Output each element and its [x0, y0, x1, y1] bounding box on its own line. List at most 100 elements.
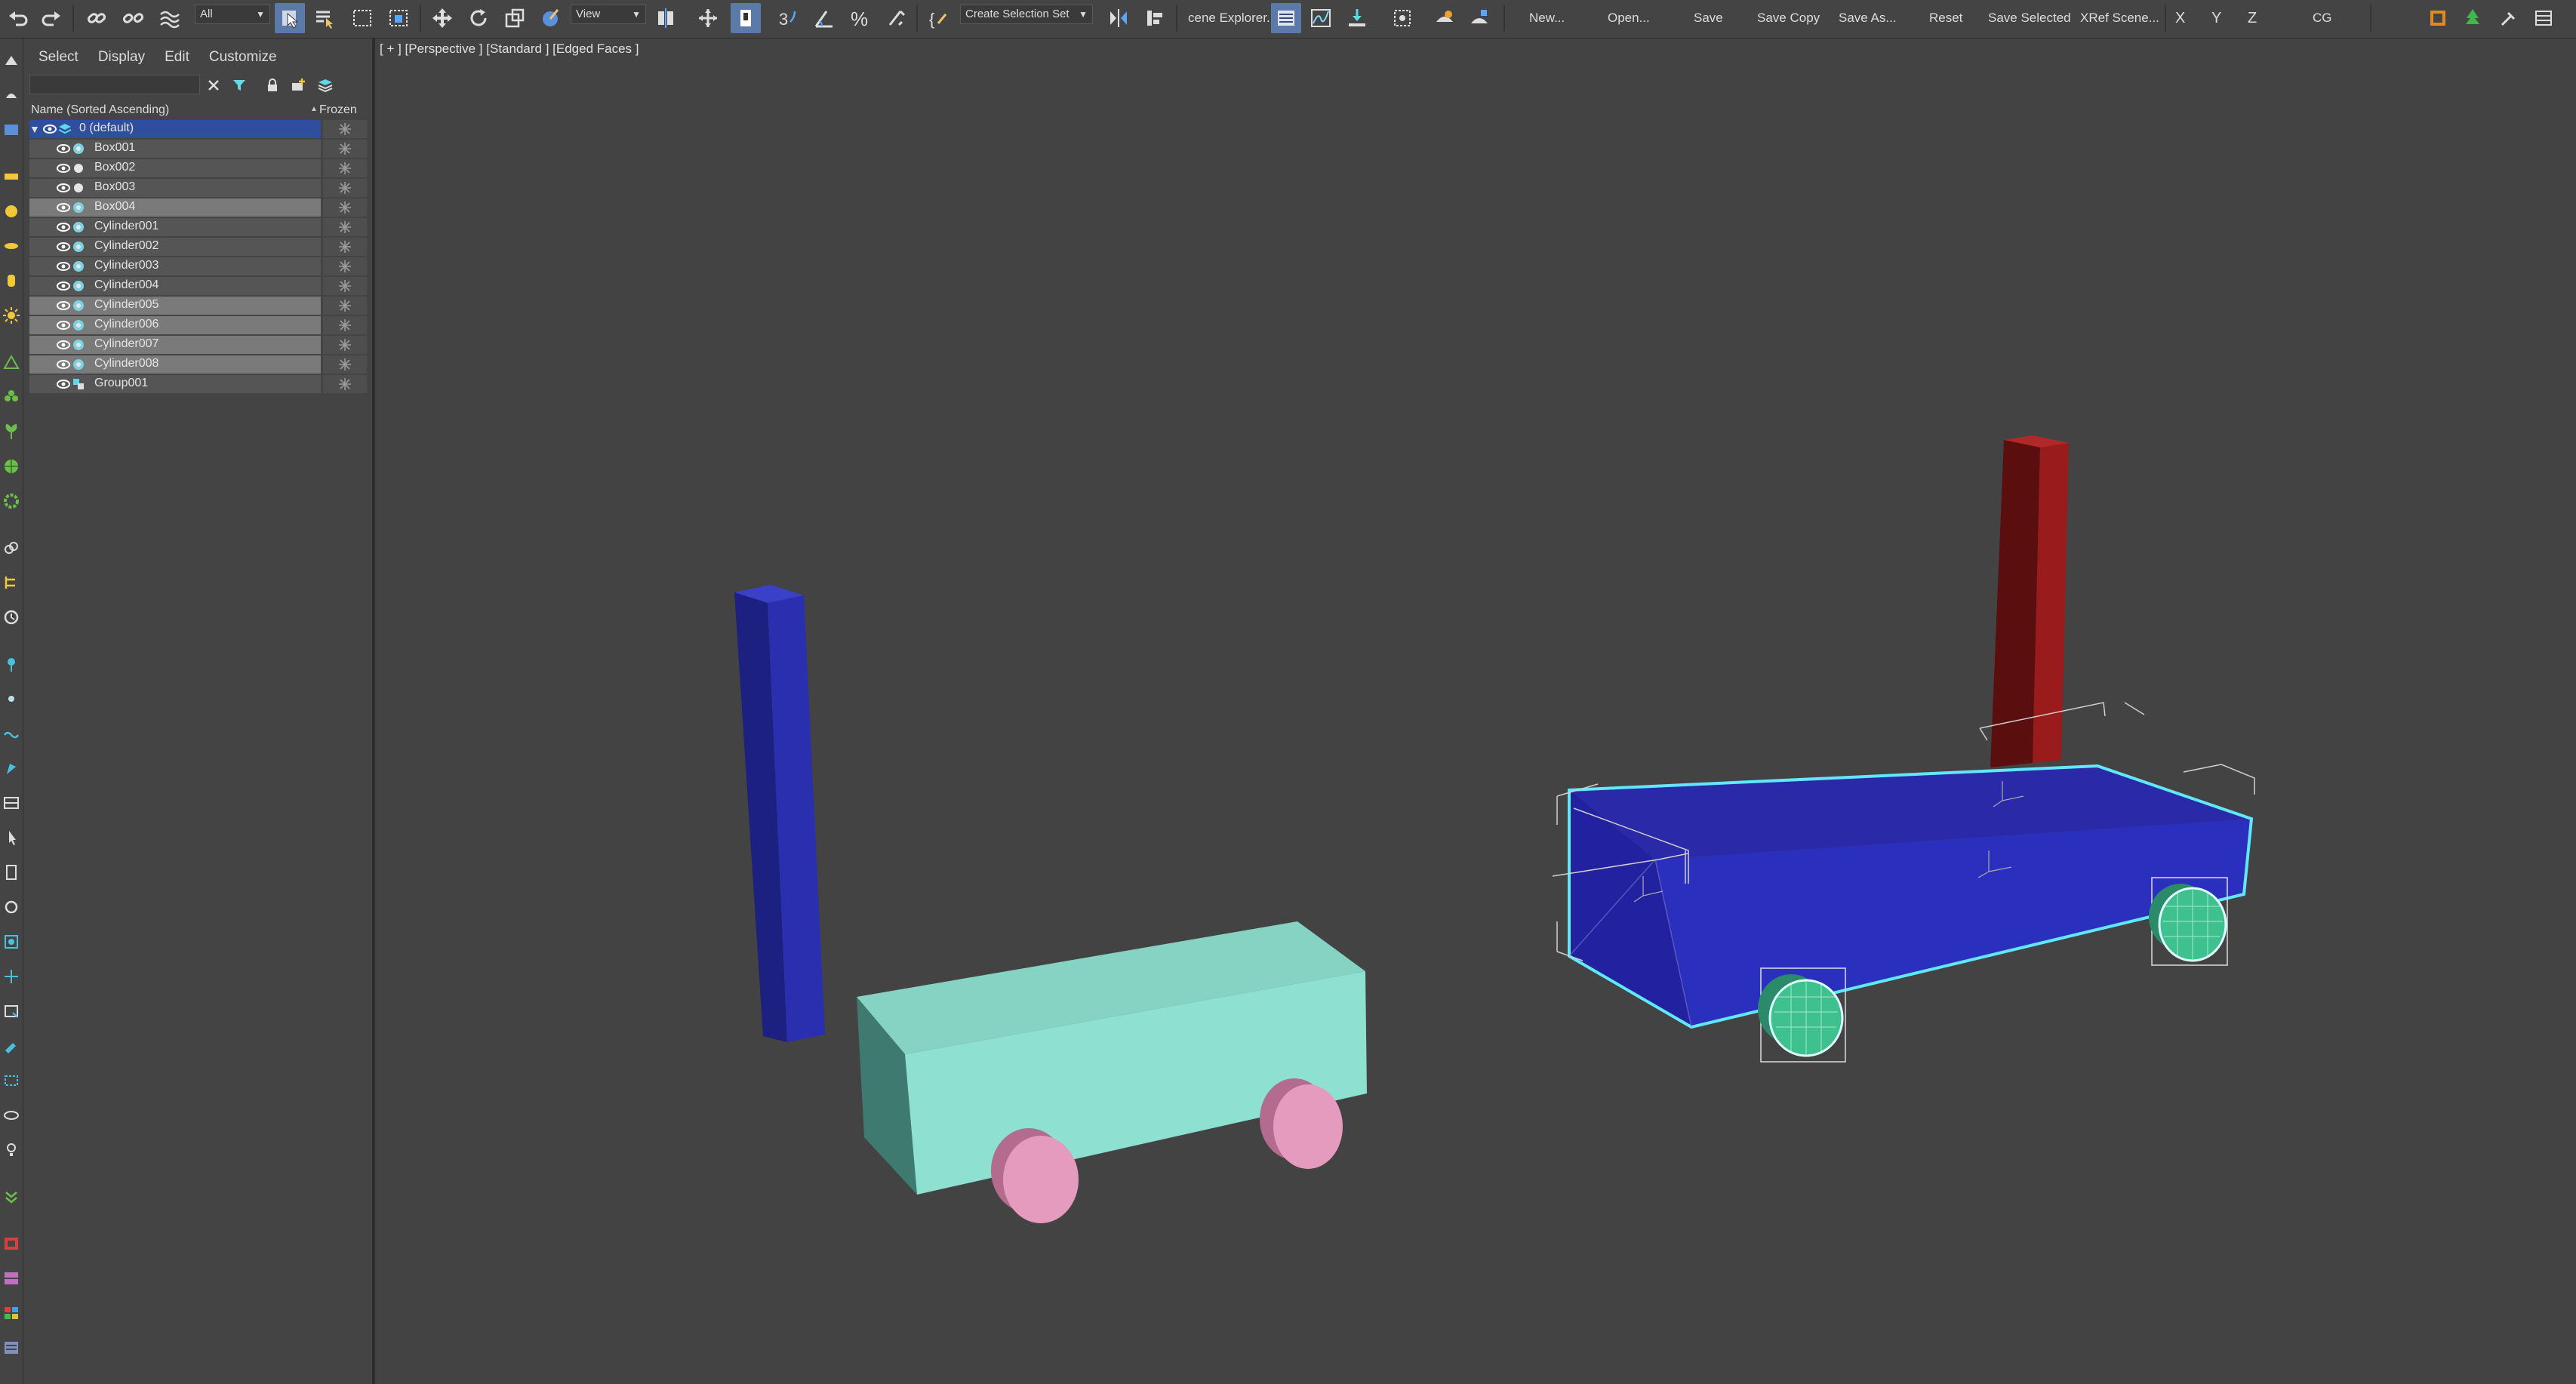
- menu-customize[interactable]: Customize: [209, 46, 277, 69]
- bulb-icon[interactable]: [2, 1140, 21, 1160]
- save-button[interactable]: Save: [1694, 3, 1723, 33]
- table-row[interactable]: Cylinder006: [23, 315, 367, 335]
- scale-icon[interactable]: [500, 3, 530, 33]
- snaps-toggle-icon[interactable]: 3: [773, 3, 803, 33]
- cg-button[interactable]: CG: [2313, 3, 2332, 33]
- new-scene-button[interactable]: New...: [1529, 3, 1565, 33]
- create-icon[interactable]: [2, 51, 21, 70]
- menu-select[interactable]: Select: [38, 46, 78, 69]
- eye-icon[interactable]: [57, 358, 70, 371]
- mirror-icon[interactable]: [1103, 3, 1134, 33]
- filter-icon[interactable]: [229, 75, 250, 96]
- percent-snap-icon[interactable]: %: [845, 3, 876, 33]
- table-row[interactable]: Cylinder002: [23, 237, 367, 257]
- open-scene-button[interactable]: Open...: [1608, 3, 1650, 33]
- new-layer-icon[interactable]: [288, 75, 309, 96]
- table-row[interactable]: Cylinder008: [23, 355, 367, 374]
- keyboard-shortcut-override-icon[interactable]: [731, 3, 761, 33]
- material-editor-icon[interactable]: [1387, 3, 1417, 33]
- frozen-cell[interactable]: [323, 316, 367, 334]
- frozen-cell[interactable]: [323, 336, 367, 354]
- cylinder-icon[interactable]: [2, 271, 21, 291]
- frozen-cell[interactable]: [323, 238, 367, 256]
- name-column-header[interactable]: Name (Sorted Ascending): [31, 103, 169, 117]
- ring-icon[interactable]: [2, 897, 21, 917]
- gear-icon[interactable]: [2, 491, 21, 511]
- frozen-cell[interactable]: [323, 198, 367, 217]
- move-icon[interactable]: [427, 3, 457, 33]
- perspective-viewport[interactable]: [ + ] [Perspective ] [Standard ] [Edged …: [375, 38, 2576, 1384]
- render-frame-icon[interactable]: [2, 1234, 21, 1253]
- pin-icon[interactable]: [2, 654, 21, 674]
- frame-icon[interactable]: [2423, 3, 2453, 33]
- triangle-icon[interactable]: [2, 352, 21, 372]
- save-selected-button[interactable]: Save Selected: [1988, 3, 2071, 33]
- frozen-cell[interactable]: [323, 120, 367, 138]
- eye-icon[interactable]: [57, 260, 70, 272]
- eye-icon[interactable]: [57, 143, 70, 155]
- palette-icon[interactable]: [2, 1303, 21, 1323]
- undo-icon[interactable]: [3, 3, 33, 33]
- selection-filter-dropdown[interactable]: All ▼: [195, 5, 270, 24]
- render-production-icon[interactable]: [1464, 3, 1494, 33]
- expand-arrow-icon[interactable]: ▼: [29, 123, 40, 135]
- rectangular-region-icon[interactable]: [347, 3, 377, 33]
- layer-explorer-icon[interactable]: [1271, 3, 1301, 33]
- orbit-icon[interactable]: [2, 1106, 21, 1125]
- spinner-snap-icon[interactable]: [882, 3, 912, 33]
- blue-box-selected[interactable]: [1568, 764, 2254, 1029]
- clear-search-icon[interactable]: [203, 75, 224, 96]
- frozen-cell[interactable]: [323, 277, 367, 295]
- angle-snap-icon[interactable]: [809, 3, 839, 33]
- tools-icon[interactable]: [2494, 3, 2524, 33]
- eye-icon[interactable]: [57, 339, 70, 351]
- unlink-icon[interactable]: [118, 3, 148, 33]
- align-icon[interactable]: [1140, 3, 1170, 33]
- edit-named-selection-icon[interactable]: {: [924, 3, 954, 33]
- viewport-scene[interactable]: [375, 38, 2576, 1384]
- schematic-view-icon[interactable]: [1342, 3, 1372, 33]
- window-crossing-icon[interactable]: [383, 3, 414, 33]
- reference-coordinate-dropdown[interactable]: View ▼: [571, 5, 646, 24]
- panel-icon[interactable]: [2528, 3, 2559, 33]
- cross-grid-icon[interactable]: [2, 967, 21, 986]
- display-icon[interactable]: [2, 120, 21, 140]
- menu-edit[interactable]: Edit: [165, 46, 189, 69]
- eye-icon[interactable]: [57, 241, 70, 253]
- eye-icon[interactable]: [57, 201, 70, 214]
- axis-z-button[interactable]: Z: [2248, 3, 2257, 33]
- table-row[interactable]: Cylinder004: [23, 276, 367, 296]
- select-manipulate-icon[interactable]: [693, 3, 723, 33]
- select-object-icon[interactable]: [275, 3, 305, 33]
- curve-editor-icon[interactable]: [1306, 3, 1336, 33]
- frozen-cell[interactable]: [323, 257, 367, 275]
- frozen-cell[interactable]: [323, 218, 367, 236]
- layers-stack-icon[interactable]: [315, 75, 336, 96]
- blue-post[interactable]: [734, 585, 825, 1042]
- cursor-icon[interactable]: [2, 828, 21, 847]
- frozen-cell[interactable]: [323, 375, 367, 393]
- table-row[interactable]: Box002: [23, 158, 367, 178]
- render-setup-icon[interactable]: [1430, 3, 1460, 33]
- table-row[interactable]: Cylinder005: [23, 296, 367, 315]
- plane-icon[interactable]: [2, 167, 21, 186]
- clock-icon[interactable]: [2, 607, 21, 627]
- scene-explorer-toggle[interactable]: cene Explorer.: [1188, 3, 1270, 33]
- eye-icon[interactable]: [57, 319, 70, 331]
- sphere-icon[interactable]: [2, 201, 21, 221]
- table-row[interactable]: Group001: [23, 374, 367, 394]
- box-select-icon[interactable]: [2, 1001, 21, 1021]
- reset-button[interactable]: Reset: [1929, 3, 1962, 33]
- link-icon[interactable]: [82, 3, 112, 33]
- globe-icon[interactable]: [2, 457, 21, 476]
- eye-icon[interactable]: [57, 182, 70, 194]
- frozen-cell[interactable]: [323, 179, 367, 197]
- redo-icon[interactable]: [36, 3, 66, 33]
- select-by-name-icon[interactable]: [309, 3, 340, 33]
- bind-spacewarp-icon[interactable]: [154, 3, 184, 33]
- save-as-button[interactable]: Save As...: [1839, 3, 1897, 33]
- sun-icon[interactable]: [2, 306, 21, 325]
- paint-icon[interactable]: [2, 1036, 21, 1056]
- placement-icon[interactable]: [536, 3, 566, 33]
- layers-icon[interactable]: [2, 1269, 21, 1288]
